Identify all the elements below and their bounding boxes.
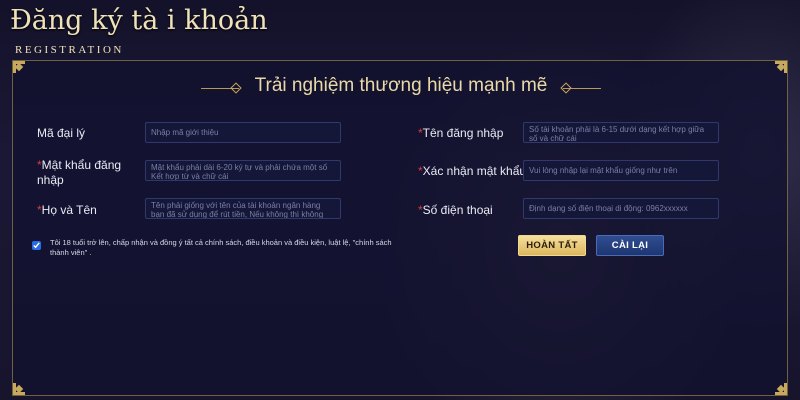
- reset-button[interactable]: CÀI LẠI: [596, 235, 664, 256]
- form-heading: Trải nghiệm thương hiệu mạnh mẽ: [254, 75, 548, 96]
- confirm-password-input[interactable]: [523, 160, 719, 181]
- password-label: *Mật khẩu đăng nhập: [37, 158, 137, 188]
- submit-button[interactable]: HOÀN TẤT: [518, 235, 586, 256]
- phone-label: *Số điện thoại: [418, 203, 493, 218]
- agreement-text: Tôi 18 tuổi trở lên, chấp nhận và đồng ý…: [50, 238, 392, 257]
- agent-code-label-text: Mã đại lý: [37, 126, 86, 140]
- phone-input[interactable]: [523, 198, 719, 219]
- agreement-checkbox[interactable]: [32, 241, 41, 250]
- full-name-input[interactable]: [145, 198, 341, 219]
- confirm-password-label: *Xác nhận mật khẩu: [418, 164, 526, 179]
- page-subtitle: REGISTRATION: [15, 44, 124, 56]
- confirm-password-label-text: Xác nhận mật khẩu: [422, 164, 527, 178]
- username-label-text: Tên đăng nhập: [422, 126, 504, 140]
- password-label-text: Mật khẩu đăng nhập: [37, 158, 122, 187]
- agent-code-input[interactable]: [145, 122, 341, 143]
- password-input[interactable]: [145, 160, 341, 181]
- agent-code-label: Mã đại lý: [37, 126, 85, 141]
- registration-panel: Trải nghiệm thương hiệu mạnh mẽ Mã đại l…: [12, 60, 788, 396]
- phone-label-text: Số điện thoại: [422, 203, 493, 217]
- username-label: *Tên đăng nhập: [418, 126, 503, 141]
- full-name-label-text: Họ và Tên: [41, 203, 97, 217]
- full-name-label: *Họ và Tên: [37, 203, 97, 218]
- username-input[interactable]: [523, 122, 719, 143]
- page-title: Đăng ký tà i khoản: [10, 5, 268, 36]
